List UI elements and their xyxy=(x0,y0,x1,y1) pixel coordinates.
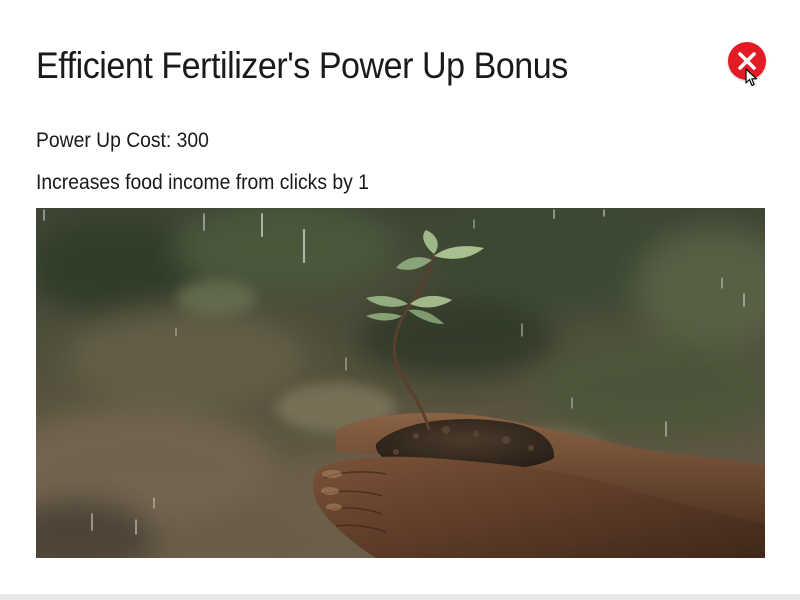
bottom-edge xyxy=(0,594,800,600)
seedling-in-hands-image xyxy=(36,208,765,558)
close-button[interactable] xyxy=(728,42,766,80)
close-icon xyxy=(730,44,764,78)
power-up-dialog: Efficient Fertilizer's Power Up Bonus Po… xyxy=(0,0,800,600)
power-up-cost: Power Up Cost: 300 xyxy=(36,129,209,152)
dialog-title: Efficient Fertilizer's Power Up Bonus xyxy=(36,45,568,86)
power-up-description: Increases food income from clicks by 1 xyxy=(36,171,369,194)
